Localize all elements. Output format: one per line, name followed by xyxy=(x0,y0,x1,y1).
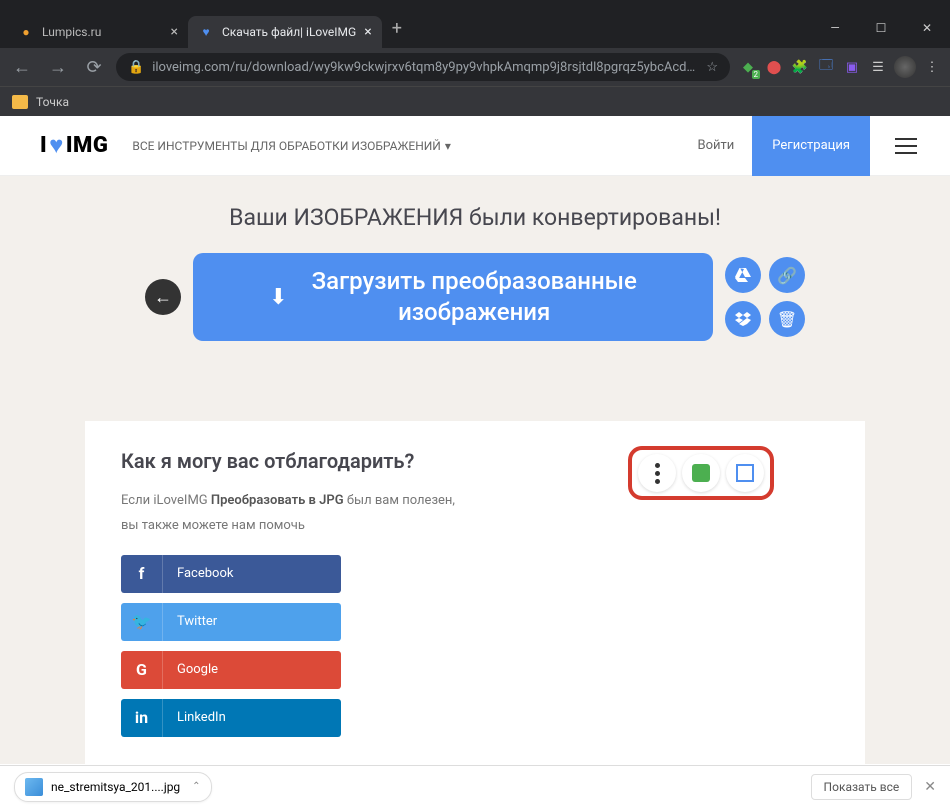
logo-img: IMG xyxy=(66,133,108,158)
maximize-button[interactable]: ☐ xyxy=(858,12,904,44)
back-circle-button[interactable]: ← xyxy=(145,279,181,315)
download-line2: изображения xyxy=(312,297,637,328)
profile-avatar[interactable] xyxy=(894,56,916,78)
tab-iloveimg[interactable]: ♥ Скачать файл| iLoveIMG × xyxy=(188,16,382,48)
extension-icon[interactable]: ▣ xyxy=(842,57,862,77)
download-shelf: ne_stremitsya_201....jpg ⌃ Показать все … xyxy=(0,765,950,807)
tools-menu[interactable]: ВСЕ ИНСТРУМЕНТЫ ДЛЯ ОБРАБОТКИ ИЗОБРАЖЕНИ… xyxy=(132,139,451,153)
extensions: ◆ ⬤ 🧩 🗔 ▣ ☰ ⋮ xyxy=(738,56,942,78)
side-buttons: 🔗 🗑 xyxy=(725,257,805,337)
facebook-button[interactable]: f Facebook xyxy=(121,555,341,593)
window-controls: — ☐ ✕ xyxy=(812,12,950,44)
dropbox-icon xyxy=(735,312,751,326)
favicon-iloveimg: ♥ xyxy=(198,24,214,40)
download-item[interactable]: ne_stremitsya_201....jpg ⌃ xyxy=(14,772,212,802)
reading-list-icon[interactable]: ☰ xyxy=(868,57,888,77)
download-line1: Загрузить преобразованные xyxy=(312,266,637,297)
close-icon[interactable]: × xyxy=(364,24,371,40)
heart-icon: ♥ xyxy=(49,131,64,160)
logo-i: I xyxy=(40,133,47,158)
reload-button[interactable]: ⟳ xyxy=(80,53,108,81)
facebook-label: Facebook xyxy=(163,566,233,581)
google-icon: G xyxy=(121,651,163,689)
lock-icon: 🔒 xyxy=(128,60,144,75)
download-row: ← ⬇ Загрузить преобразованные изображени… xyxy=(0,253,950,341)
page-title: Ваши ИЗОБРАЖЕНИЯ были конвертированы! xyxy=(0,204,950,231)
page-content: I ♥ IMG ВСЕ ИНСТРУМЕНТЫ ДЛЯ ОБРАБОТКИ ИЗ… xyxy=(0,116,950,764)
download-filename: ne_stremitsya_201....jpg xyxy=(51,780,180,794)
drive-icon xyxy=(735,268,751,282)
tab-lumpics[interactable]: ● Lumpics.ru × xyxy=(8,16,188,48)
more-actions-button[interactable] xyxy=(638,454,676,492)
google-label: Google xyxy=(163,662,218,677)
compress-button[interactable] xyxy=(682,454,720,492)
hamburger-menu[interactable] xyxy=(886,126,926,166)
download-text: Загрузить преобразованные изображения xyxy=(312,266,637,328)
folder-icon xyxy=(12,95,28,109)
thanks-line2: вы также можете нам помочь xyxy=(121,516,829,537)
twitter-button[interactable]: 🐦 Twitter xyxy=(121,603,341,641)
google-drive-button[interactable] xyxy=(725,257,761,293)
chevron-up-icon[interactable]: ⌃ xyxy=(192,781,200,792)
new-tab-button[interactable]: + xyxy=(382,18,412,39)
actions-highlight xyxy=(628,446,774,500)
delete-button[interactable]: 🗑 xyxy=(769,301,805,337)
window-titlebar xyxy=(0,0,950,12)
twitter-label: Twitter xyxy=(163,614,217,629)
close-icon[interactable]: × xyxy=(171,24,178,40)
bookmark-item[interactable]: Точка xyxy=(36,95,69,109)
google-button[interactable]: G Google xyxy=(121,651,341,689)
register-button[interactable]: Регистрация xyxy=(752,116,870,176)
resize-icon xyxy=(736,464,754,482)
show-all-button[interactable]: Показать все xyxy=(811,774,913,800)
extension-icon[interactable]: ⬤ xyxy=(764,57,784,77)
linkedin-icon: in xyxy=(121,699,163,737)
twitter-icon: 🐦 xyxy=(121,603,163,641)
hero: Ваши ИЗОБРАЖЕНИЯ были конвертированы! xyxy=(0,176,950,231)
site-header: I ♥ IMG ВСЕ ИНСТРУМЕНТЫ ДЛЯ ОБРАБОТКИ ИЗ… xyxy=(0,116,950,176)
login-link[interactable]: Войти xyxy=(679,138,752,153)
chevron-down-icon: ▾ xyxy=(445,139,451,153)
download-button[interactable]: ⬇ Загрузить преобразованные изображения xyxy=(193,253,713,341)
file-icon xyxy=(25,778,43,796)
menu-icon[interactable]: ⋮ xyxy=(922,57,942,77)
facebook-icon: f xyxy=(121,555,163,593)
tools-label: ВСЕ ИНСТРУМЕНТЫ ДЛЯ ОБРАБОТКИ ИЗОБРАЖЕНИ… xyxy=(132,139,441,153)
address-bar: ← → ⟳ 🔒 iloveimg.com/ru/download/wy9kw9c… xyxy=(0,48,950,86)
extension-icon[interactable]: 🧩 xyxy=(790,57,810,77)
close-button[interactable]: ✕ xyxy=(904,12,950,44)
extension-icon[interactable]: ◆ xyxy=(738,57,758,77)
logo[interactable]: I ♥ IMG xyxy=(40,131,108,160)
dropbox-button[interactable] xyxy=(725,301,761,337)
link-button[interactable]: 🔗 xyxy=(769,257,805,293)
linkedin-label: LinkedIn xyxy=(163,710,226,725)
bookmarks-bar: Точка xyxy=(0,86,950,116)
browser-tabs: ● Lumpics.ru × ♥ Скачать файл| iLoveIMG … xyxy=(0,12,950,48)
favicon-lumpics: ● xyxy=(18,24,34,40)
close-icon[interactable]: ✕ xyxy=(924,779,936,795)
social-buttons: f Facebook 🐦 Twitter G Google in LinkedI… xyxy=(121,555,341,737)
url-field[interactable]: 🔒 iloveimg.com/ru/download/wy9kw9ckwjrxv… xyxy=(116,53,730,81)
minimize-button[interactable]: — xyxy=(812,12,858,44)
compress-icon xyxy=(692,464,710,482)
star-icon[interactable]: ☆ xyxy=(706,60,718,75)
download-icon: ⬇ xyxy=(269,285,287,310)
resize-button[interactable] xyxy=(726,454,764,492)
extension-icon[interactable]: 🗔 xyxy=(816,57,836,77)
forward-button[interactable]: → xyxy=(44,53,72,81)
dots-icon xyxy=(655,463,660,484)
back-button[interactable]: ← xyxy=(8,53,36,81)
tab-title: Скачать файл| iLoveIMG xyxy=(222,25,356,39)
url-text: iloveimg.com/ru/download/wy9kw9ckwjrxv6t… xyxy=(152,60,698,75)
tab-title: Lumpics.ru xyxy=(42,25,163,39)
linkedin-button[interactable]: in LinkedIn xyxy=(121,699,341,737)
